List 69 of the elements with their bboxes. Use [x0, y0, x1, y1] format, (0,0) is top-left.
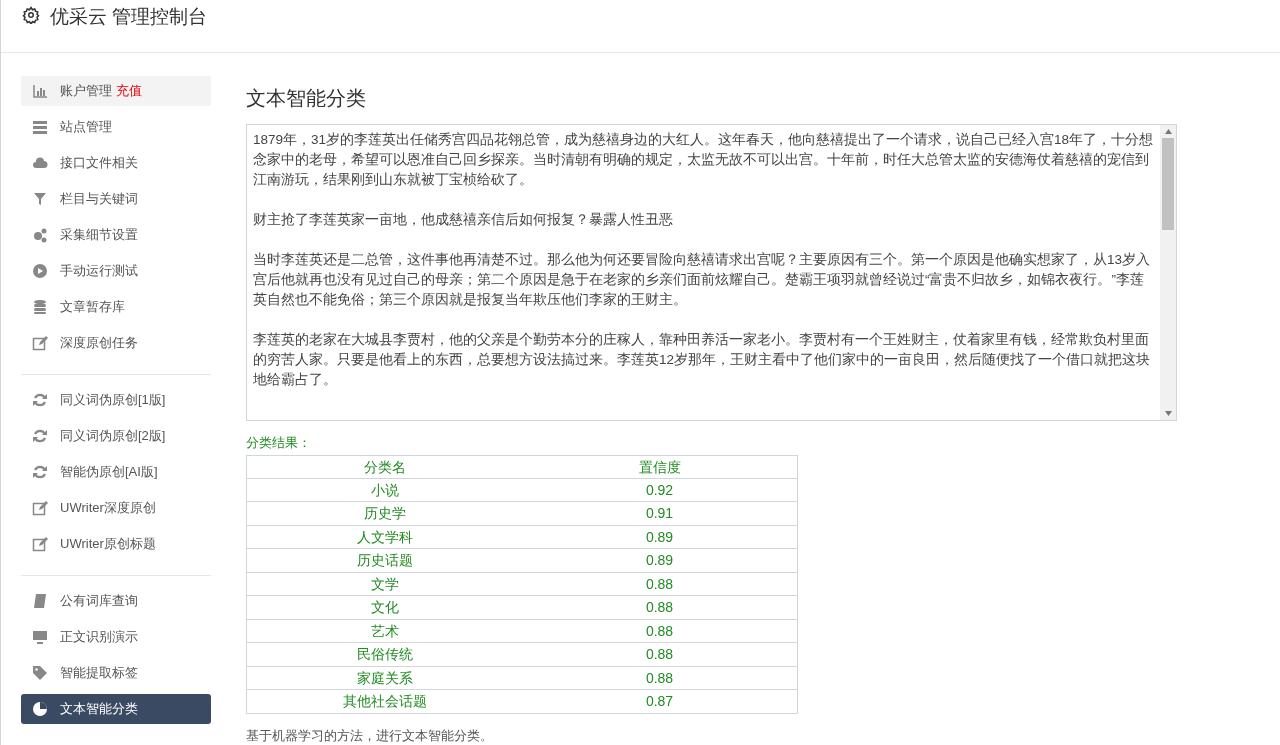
column-header: 置信度	[522, 455, 798, 478]
text-paragraph: 当时李莲英还是二总管，这件事他再清楚不过。那么他为何还要冒险向慈禧请求出宫呢？主要原因有三个。第一个原因是他确实想家了，从13岁入宫后他就再也没有见过自己的母亲；第二个原因是急于在老家的乡亲们面前炫耀自己。楚霸王项羽就曾经说过“富贵不归故乡，如锦衣夜行。”李莲英自然也不能免俗；第三个原因就是报复当年欺压他们李家的王财主。	[253, 251, 1152, 309]
refresh-icon	[32, 464, 48, 480]
sidebar-item[interactable]: 深度原创任务	[21, 328, 211, 358]
sidebar-item[interactable]: 接口文件相关	[21, 148, 211, 178]
table-cell: 历史话题	[246, 548, 522, 572]
tag-icon	[32, 665, 48, 681]
pie-chart-icon	[32, 701, 48, 717]
table-cell: 家庭关系	[246, 666, 522, 690]
server-icon	[32, 119, 48, 135]
sidebar-item[interactable]: 文本智能分类	[21, 694, 211, 724]
sidebar-item[interactable]: 公有词库查询	[21, 586, 211, 616]
sidebar-item[interactable]: 智能提取标签	[21, 658, 211, 688]
monitor-icon	[32, 629, 48, 645]
scroll-up-icon[interactable]	[1164, 129, 1172, 134]
table-cell: 小说	[246, 478, 522, 502]
sidebar-item[interactable]: 账户管理 充值	[21, 76, 211, 106]
table-cell: 0.89	[522, 548, 798, 572]
sidebar-item[interactable]: 站点管理	[21, 112, 211, 142]
result-label: 分类结果：	[246, 434, 312, 452]
sidebar-item[interactable]: 同义词伪原创[1版]	[21, 385, 211, 415]
refresh-icon	[32, 428, 48, 444]
sidebar-item[interactable]: 文章暂存库	[21, 292, 211, 322]
recharge-link[interactable]: 充值	[116, 81, 142, 101]
table-cell: 0.88	[522, 572, 798, 596]
sidebar-item[interactable]: 栏目与关键词	[21, 184, 211, 214]
cloud-upload-icon	[32, 155, 48, 171]
play-icon	[32, 263, 48, 279]
table-cell: 0.88	[522, 595, 798, 619]
text-area[interactable]	[246, 124, 1177, 421]
table-cell: 人文学科	[246, 525, 522, 549]
table-cell: 民俗传统	[246, 642, 522, 666]
bar-chart-icon	[32, 83, 48, 99]
edit-icon	[32, 536, 48, 552]
table-cell: 文化	[246, 595, 522, 619]
scrollbar[interactable]	[1160, 125, 1176, 420]
database-icon	[32, 299, 48, 315]
table-cell: 艺术	[246, 619, 522, 643]
sidebar-item[interactable]: 智能伪原创[AI版]	[21, 457, 211, 487]
table-cell: 0.88	[522, 642, 798, 666]
text-paragraph: 李莲英的老家在大城县李贾村，他的父亲是个勤劳本分的庄稼人，靠种田养活一家老小。李贾村有一个王姓财主，仗着家里有钱，经常欺负村里面的穷苦人家。只要是他看上的东西，总要想方设法搞过来。李莲英12岁那年，王财主看中了他们家中的一亩良田，然后随便找了一个借口就把这块地给霸占了。	[253, 331, 1152, 389]
table-cell: 0.88	[522, 619, 798, 643]
filter-icon	[32, 191, 48, 207]
refresh-icon	[32, 392, 48, 408]
table-cell: 0.88	[522, 666, 798, 690]
sidebar-item[interactable]: UWriter深度原创	[21, 493, 211, 523]
column-header: 分类名	[246, 455, 522, 478]
table-cell: 0.91	[522, 501, 798, 525]
edit-icon	[32, 500, 48, 516]
table-cell: 文学	[246, 572, 522, 596]
table-cell: 0.89	[522, 525, 798, 549]
settings-icon	[22, 6, 40, 24]
table-cell: 历史学	[246, 501, 522, 525]
sidebar-item[interactable]: 手动运行测试	[21, 256, 211, 286]
text-paragraph: 财主抢了李莲英家一亩地，他成慈禧亲信后如何报复？暴露人性丑恶	[253, 211, 674, 229]
description-text: 基于机器学习的方法，进行文本智能分类。	[246, 726, 494, 745]
edit-icon	[32, 335, 48, 351]
scroll-thumb[interactable]	[1162, 138, 1174, 230]
sidebar-item[interactable]: 同义词伪原创[2版]	[21, 421, 211, 451]
page-title: 文本智能分类	[246, 86, 367, 111]
table-cell: 其他社会话题	[246, 689, 522, 713]
text-paragraph: 1879年，31岁的李莲英出任储秀宫四品花翎总管，成为慈禧身边的大红人。这年春天，他向慈禧提出了一个请求，说自己已经入宫18年了，十分想念家中的老母，希望可以恩准自己回乡探亲。当时清朝有明确的规定，太监无故不可以出宫。十年前，时任大总管太监的安德海仗着慈禧的宠信到江南游玩，结果刚到山东就被丁宝桢给砍了。	[253, 131, 1154, 189]
sidebar-item[interactable]: UWriter原创标题	[21, 529, 211, 559]
table-cell: 0.92	[522, 478, 798, 502]
sidebar-item[interactable]: 采集细节设置	[21, 220, 211, 250]
app-title: 优采云 管理控制台	[50, 5, 208, 29]
table-cell: 0.87	[522, 689, 798, 713]
sidebar-item[interactable]: 正文识别演示	[21, 622, 211, 652]
scroll-down-icon[interactable]	[1164, 411, 1172, 416]
